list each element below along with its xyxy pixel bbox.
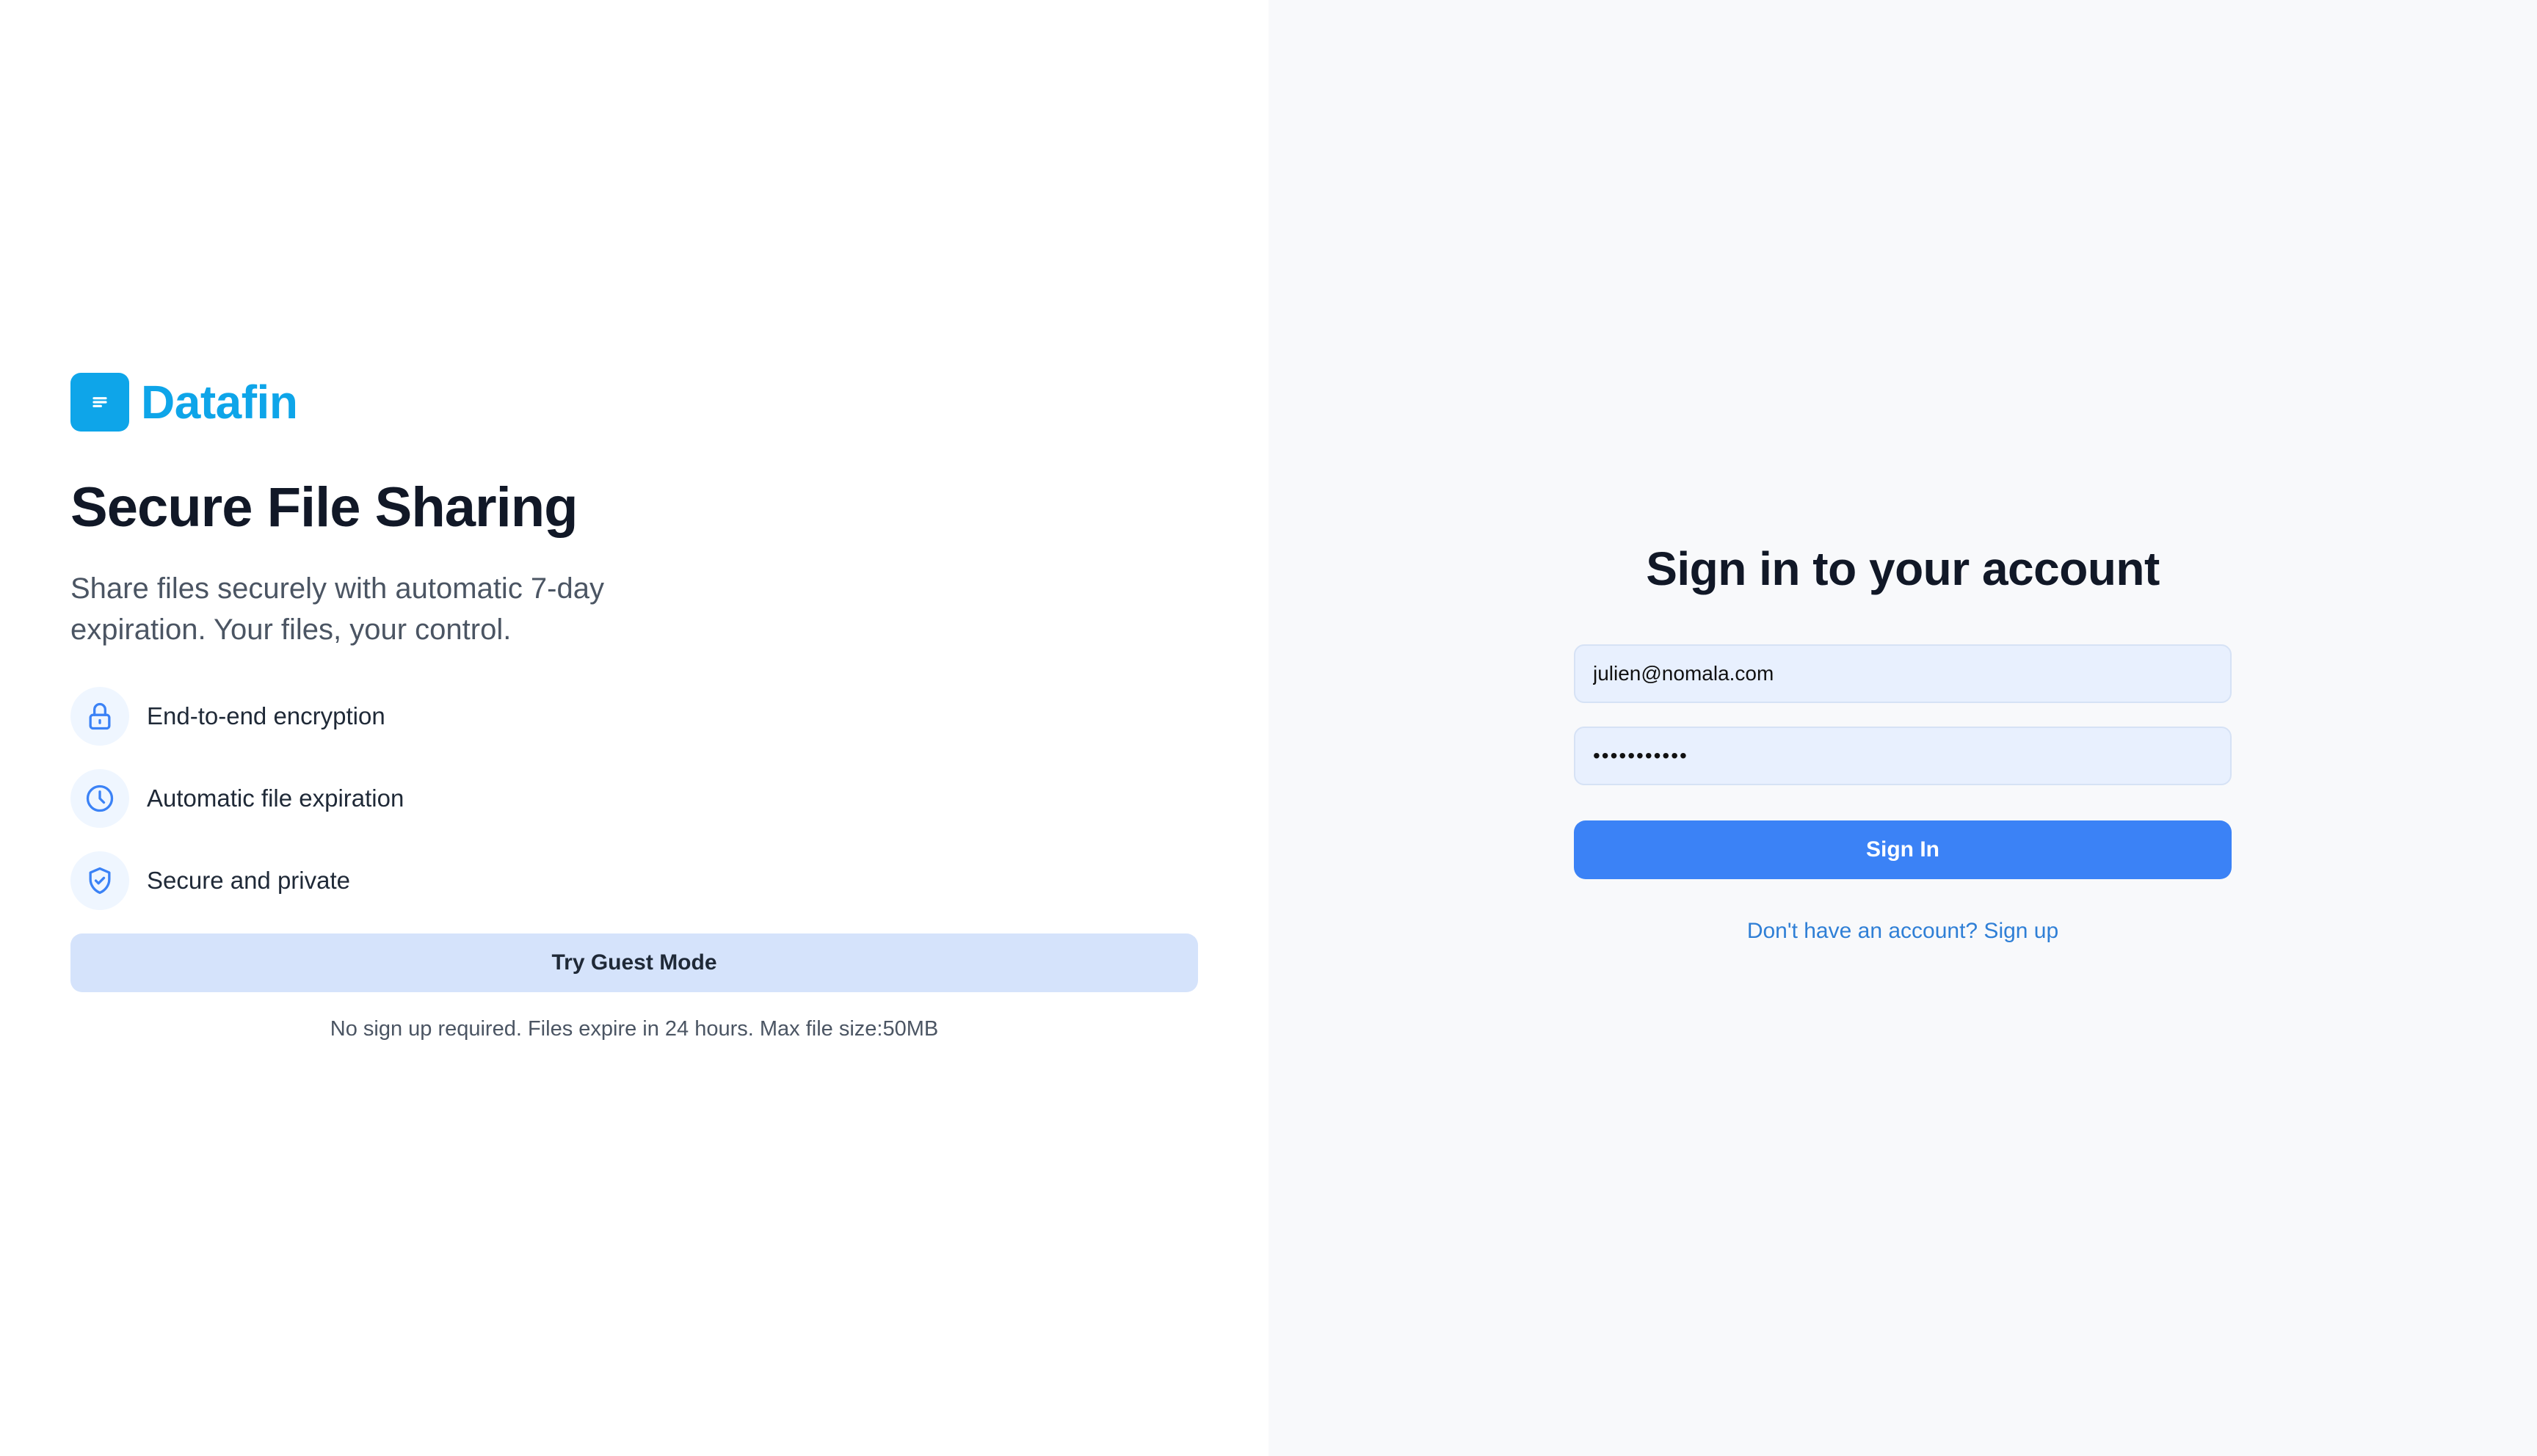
password-field[interactable] — [1574, 727, 2232, 785]
left-panel: Datafin Secure File Sharing Share files … — [0, 0, 1268, 1456]
try-guest-mode-button[interactable]: Try Guest Mode — [70, 933, 1198, 992]
brand-name: Datafin — [141, 376, 298, 429]
right-panel: Sign in to your account Sign In Don't ha… — [1268, 0, 2537, 1456]
clock-icon — [70, 768, 129, 828]
brand: Datafin — [70, 373, 1198, 432]
feature-label: Automatic file expiration — [147, 784, 404, 812]
feature-label: Secure and private — [147, 866, 351, 894]
feature-item-private: Secure and private — [70, 851, 1198, 910]
page: Datafin Secure File Sharing Share files … — [0, 0, 2537, 1456]
signup-link[interactable]: Don't have an account? Sign up — [1574, 919, 2232, 944]
left-content: Datafin Secure File Sharing Share files … — [70, 373, 1198, 1041]
feature-list: End-to-end encryption Automatic file exp… — [70, 686, 1198, 910]
signin-title: Sign in to your account — [1646, 542, 2160, 595]
hero-subtitle: Share files securely with automatic 7-da… — [70, 572, 604, 646]
guest-mode-note: No sign up required. Files expire in 24 … — [330, 1016, 939, 1041]
sign-in-button[interactable]: Sign In — [1574, 820, 2232, 879]
feature-label: End-to-end encryption — [147, 702, 385, 729]
lock-icon — [70, 686, 129, 746]
feature-item-encryption: End-to-end encryption — [70, 686, 1198, 746]
signin-form: Sign in to your account Sign In Don't ha… — [1574, 536, 2232, 944]
hero-title: Secure File Sharing — [70, 476, 578, 539]
document-lines-icon — [70, 373, 129, 432]
feature-item-expiration: Automatic file expiration — [70, 768, 1198, 828]
email-field[interactable] — [1574, 644, 2232, 703]
shield-check-icon — [70, 851, 129, 910]
